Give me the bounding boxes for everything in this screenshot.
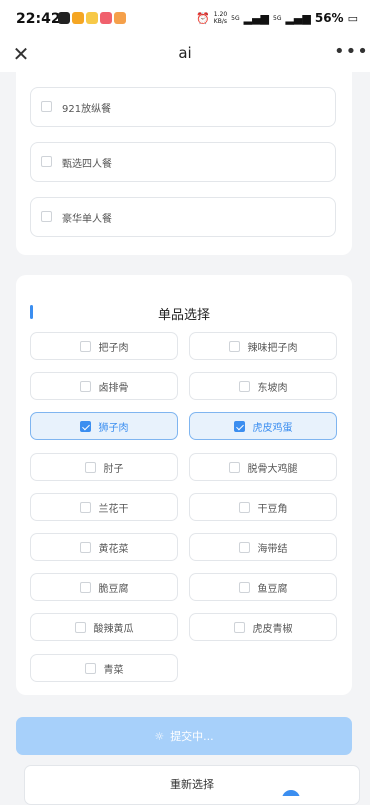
single-item-label: 把子肉	[98, 342, 129, 354]
floating-assistant[interactable]	[282, 788, 352, 796]
single-item-option[interactable]: 卤排骨	[30, 372, 178, 400]
checkbox-icon[interactable]	[84, 461, 96, 473]
meal-option-label: 豪华单人餐	[62, 214, 112, 225]
signal-5g-1: 5G	[231, 14, 240, 22]
single-item-option[interactable]: 海带结	[189, 533, 337, 561]
status-time: 22:42	[16, 11, 61, 27]
app-notification-icon	[86, 12, 98, 24]
single-item-label: 肘子	[103, 463, 124, 475]
single-item-option[interactable]: 虎皮鸡蛋	[189, 412, 337, 440]
single-item-option[interactable]: 狮子肉	[30, 412, 178, 440]
single-item-option[interactable]: 兰花干	[30, 493, 178, 521]
single-item-label: 卤排骨	[98, 382, 129, 394]
single-item-option[interactable]: 酸辣黄瓜	[30, 613, 178, 641]
single-item-label: 脆豆腐	[98, 583, 129, 595]
checkbox-icon[interactable]	[74, 621, 86, 633]
app-notification-icon	[114, 12, 126, 24]
single-item-label: 海带结	[257, 543, 288, 555]
checkbox-icon[interactable]	[238, 380, 250, 392]
meal-option-label: 甄选四人餐	[62, 159, 112, 170]
checkbox-icon[interactable]	[228, 461, 240, 473]
single-item-option[interactable]: 辣味把子肉	[189, 332, 337, 360]
battery-icon: ▭	[347, 11, 358, 25]
status-bar: 22:42 ⏰ 1.20 KB/s 5G ▂▄▆ 5G ▂▄▆ 56% ▭	[0, 0, 370, 38]
checkbox-icon[interactable]	[238, 501, 250, 513]
alarm-icon: ⏰	[196, 11, 210, 25]
single-item-option[interactable]: 虎皮青椒	[189, 613, 337, 641]
loading-spinner-icon: ☼	[154, 729, 165, 743]
checkbox-icon[interactable]	[233, 621, 245, 633]
app-notification-icon	[72, 12, 84, 24]
close-icon[interactable]: ✕	[9, 42, 33, 66]
battery-level: 56%	[314, 11, 344, 25]
network-speed: 1.20 KB/s	[213, 11, 228, 25]
checkbox-icon[interactable]	[79, 541, 91, 553]
reset-button[interactable]: 重新选择	[24, 765, 360, 805]
single-item-option[interactable]: 把子肉	[30, 332, 178, 360]
checkbox-icon[interactable]	[79, 581, 91, 593]
checkbox-icon[interactable]	[79, 380, 91, 392]
signal-icon: ▂▄▆	[285, 11, 311, 25]
app-notification-icon	[58, 12, 70, 24]
single-item-label: 鱼豆腐	[257, 583, 288, 595]
single-item-option[interactable]: 干豆角	[189, 493, 337, 521]
checkbox-checked-icon[interactable]	[233, 420, 245, 432]
checkbox-icon[interactable]	[79, 501, 91, 513]
single-item-option[interactable]: 肘子	[30, 453, 178, 481]
app-notification-icon	[100, 12, 112, 24]
assistant-icon	[282, 790, 300, 796]
single-item-option[interactable]: 东坡肉	[189, 372, 337, 400]
checkbox-icon[interactable]	[228, 340, 240, 352]
meal-option-label: 921放纵餐	[62, 104, 112, 115]
signal-5g-2: 5G	[273, 14, 282, 22]
single-item-option[interactable]: 鱼豆腐	[189, 573, 337, 601]
single-item-label: 青菜	[103, 664, 124, 676]
app-header: ✕ ai •••	[0, 38, 370, 72]
single-item-label: 虎皮青椒	[252, 623, 293, 635]
submit-button-label: 提交中...	[170, 730, 214, 743]
meal-option[interactable]: 甄选四人餐	[30, 142, 336, 182]
checkbox-icon[interactable]	[84, 662, 96, 674]
single-item-label: 虎皮鸡蛋	[252, 422, 293, 434]
page-title: ai	[178, 44, 192, 62]
single-item-option[interactable]: 黄花菜	[30, 533, 178, 561]
single-item-label: 东坡肉	[257, 382, 288, 394]
submit-button[interactable]: ☼ 提交中...	[16, 717, 352, 755]
checkbox-icon[interactable]	[238, 581, 250, 593]
notification-icons	[58, 12, 126, 24]
checkbox-icon[interactable]	[41, 211, 52, 222]
single-item-option[interactable]: 青菜	[30, 654, 178, 682]
single-item-label: 干豆角	[257, 503, 288, 515]
single-item-card: 单品选择 把子肉 辣味把子肉卤排骨 东坡肉狮子肉 虎皮鸡蛋肘子 脱骨大鸡腿兰花干 干豆角黄…	[16, 275, 352, 695]
checkbox-icon[interactable]	[238, 541, 250, 553]
more-icon[interactable]: •••	[334, 42, 368, 66]
checkbox-icon[interactable]	[41, 101, 52, 112]
signal-icon: ▂▄▆	[243, 11, 269, 25]
meal-option[interactable]: 921放纵餐	[30, 87, 336, 127]
single-item-option[interactable]: 脆豆腐	[30, 573, 178, 601]
single-item-label: 脱骨大鸡腿	[247, 463, 298, 475]
meal-option[interactable]: 豪华单人餐	[30, 197, 336, 237]
checkbox-icon[interactable]	[41, 156, 52, 167]
single-item-label: 酸辣黄瓜	[93, 623, 134, 635]
status-right: ⏰ 1.20 KB/s 5G ▂▄▆ 5G ▂▄▆ 56% ▭	[196, 11, 358, 25]
checkbox-icon[interactable]	[79, 340, 91, 352]
section-title: 单品选择	[157, 308, 210, 323]
single-item-label: 兰花干	[98, 503, 129, 515]
single-item-label: 黄花菜	[98, 543, 129, 555]
single-item-label: 狮子肉	[98, 422, 129, 434]
single-item-label: 辣味把子肉	[247, 342, 298, 354]
single-item-option[interactable]: 脱骨大鸡腿	[189, 453, 337, 481]
checkbox-checked-icon[interactable]	[79, 420, 91, 432]
meal-card: 921放纵餐 甄选四人餐 豪华单人餐	[16, 72, 352, 255]
